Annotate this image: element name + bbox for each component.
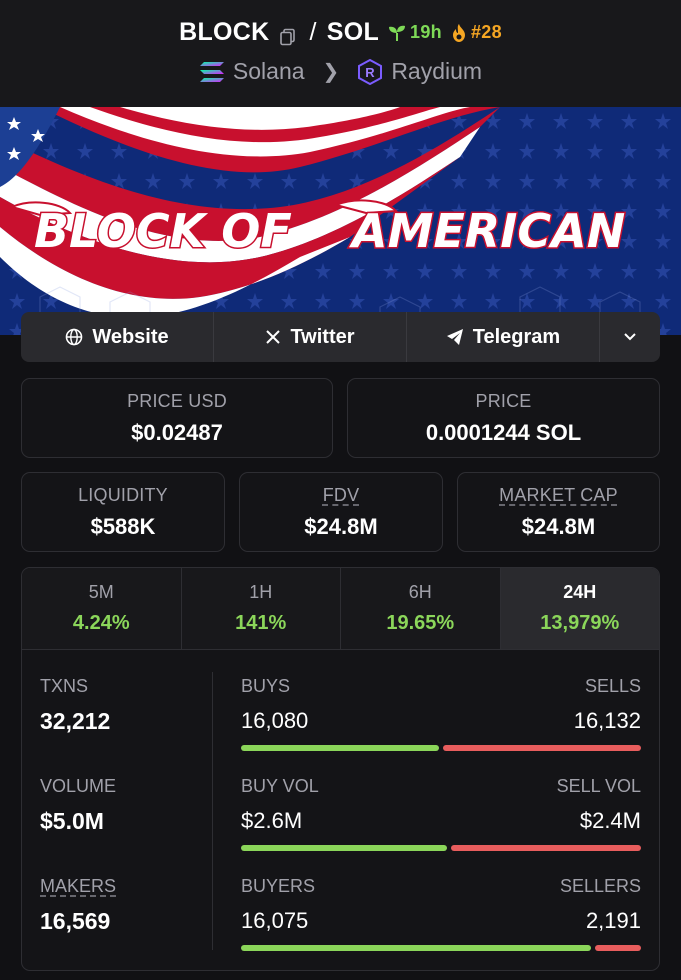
price-change: 4.24%: [72, 612, 130, 634]
price-change: 13,979%: [540, 612, 620, 634]
txns-value: 32,212: [40, 708, 111, 734]
buyers-ratio-bar: [241, 945, 641, 951]
sell-vol-bar-segment: [451, 845, 641, 851]
makers-label[interactable]: MAKERS: [40, 876, 210, 897]
trading-stats-panel: 5M 4.24% 1H 141% 6H 19.65% 24H 13,979% T…: [21, 567, 660, 971]
sell-bar-segment: [442, 745, 641, 751]
copy-icon[interactable]: [279, 24, 297, 45]
column-divider: [212, 672, 213, 950]
buys-label: BUYS: [241, 676, 291, 696]
tab-1h[interactable]: 1H 141%: [181, 568, 341, 649]
tab-5m[interactable]: 5M 4.24%: [22, 568, 182, 649]
token-banner-image: BLOCK OF AMERICAN: [0, 107, 681, 335]
chevron-right-icon: ❯: [322, 61, 340, 83]
tab-label: 24H: [563, 582, 597, 602]
price-usd-label: PRICE USD: [127, 391, 227, 411]
volume-value: $5.0M: [40, 808, 104, 834]
volume-label: VOLUME: [40, 776, 117, 796]
flame-icon: [452, 23, 465, 42]
chevron-down-icon: [624, 333, 636, 341]
sellers-value: 2,191: [585, 908, 641, 933]
sell-vol-value: $2.4M: [579, 808, 641, 833]
tab-label: 1H: [249, 582, 273, 602]
solana-icon: [199, 61, 224, 82]
raydium-icon: R: [358, 58, 383, 85]
dex-name[interactable]: Raydium: [391, 58, 482, 85]
buyers-bar-segment: [241, 945, 591, 951]
price-change: 19.65%: [386, 612, 455, 634]
sellers-label: SELLERS: [559, 876, 641, 896]
volume-stat: VOLUME $5.0M: [40, 776, 210, 835]
fdv-card: FDV $24.8M: [239, 472, 443, 552]
pair-title: BLOCK / SOL 19h #28: [0, 18, 681, 47]
sells-label: SELLS: [584, 676, 641, 696]
txns-label: TXNS: [40, 676, 89, 696]
chain-breadcrumb: Solana ❯ R Raydium: [0, 58, 681, 85]
social-links-bar: Website Twitter Telegram: [21, 312, 660, 362]
chain-name[interactable]: Solana: [233, 58, 305, 85]
buyers-label: BUYERS: [241, 876, 316, 896]
price-native-card: PRICE 0.0001244 SOL: [347, 378, 660, 458]
tab-label: 5M: [88, 582, 114, 602]
buyers-value: 16,075: [241, 908, 309, 933]
telegram-icon: [446, 329, 463, 345]
more-links-dropdown[interactable]: [600, 312, 660, 362]
banner-title-right: AMERICAN: [349, 204, 625, 258]
txns-stat: TXNS 32,212: [40, 676, 210, 735]
price-native-label: PRICE: [475, 391, 532, 411]
globe-icon: [66, 328, 83, 346]
tab-6h[interactable]: 6H 19.65%: [341, 568, 501, 649]
market-cap-value: $24.8M: [521, 514, 596, 539]
price-change: 141%: [235, 612, 287, 634]
buys-value: 16,080: [241, 708, 309, 733]
price-native-value: 0.0001244 SOL: [425, 420, 582, 445]
twitter-button[interactable]: Twitter: [214, 312, 407, 362]
price-usd-value: $0.02487: [131, 420, 223, 445]
sells-value: 16,132: [573, 708, 641, 733]
banner-title-left: BLOCK OF: [34, 204, 292, 258]
buys-sells-ratio-bar: [241, 745, 641, 751]
price-usd-card: PRICE USD $0.02487: [21, 378, 333, 458]
quote-token-symbol: SOL: [326, 18, 380, 46]
website-button[interactable]: Website: [21, 312, 214, 362]
liquidity-value: $588K: [90, 514, 156, 539]
token-header: BLOCK / SOL 19h #28 Solana ❯ R Raydium: [0, 0, 681, 107]
liquidity-label: LIQUIDITY: [78, 485, 168, 505]
tab-24h[interactable]: 24H 13,979%: [500, 568, 659, 649]
market-cap-label[interactable]: MARKET CAP: [458, 485, 659, 506]
liquidity-card: LIQUIDITY $588K: [21, 472, 225, 552]
twitter-label: Twitter: [290, 325, 355, 348]
pair-age-badge: 19h: [387, 22, 442, 43]
fdv-value: $24.8M: [304, 514, 378, 539]
tab-label: 6H: [408, 582, 432, 602]
volume-ratio-bar: [241, 845, 641, 851]
fdv-label[interactable]: FDV: [240, 485, 442, 506]
sell-vol-label: SELL VOL: [556, 776, 641, 796]
x-twitter-icon: [266, 330, 281, 344]
sprout-icon: [389, 25, 406, 41]
base-token-symbol: BLOCK: [179, 18, 270, 46]
buy-vol-value: $2.6M: [241, 808, 303, 833]
telegram-label: Telegram: [472, 325, 561, 348]
makers-stat: MAKERS 16,569: [40, 876, 210, 935]
sellers-bar-segment: [595, 945, 641, 951]
buy-vol-label: BUY VOL: [241, 776, 319, 796]
buyers-sellers-row: BUYERS SELLERS 16,075 2,191: [241, 876, 641, 951]
buy-sell-volume-row: BUY VOL SELL VOL $2.6M $2.4M: [241, 776, 641, 851]
website-label: Website: [92, 325, 169, 348]
svg-text:R: R: [366, 65, 376, 80]
buy-bar-segment: [241, 745, 439, 751]
pair-separator: /: [309, 18, 317, 46]
buy-vol-bar-segment: [241, 845, 447, 851]
telegram-button[interactable]: Telegram: [407, 312, 600, 362]
pair-age: 19h: [410, 22, 442, 42]
makers-value: 16,569: [40, 908, 111, 934]
buys-sells-row: BUYS SELLS 16,080 16,132: [241, 676, 641, 751]
timeframe-tabs: 5M 4.24% 1H 141% 6H 19.65% 24H 13,979%: [22, 568, 659, 650]
market-cap-card: MARKET CAP $24.8M: [457, 472, 660, 552]
trending-rank: #28: [470, 22, 502, 42]
trending-rank-badge: #28: [450, 22, 502, 43]
